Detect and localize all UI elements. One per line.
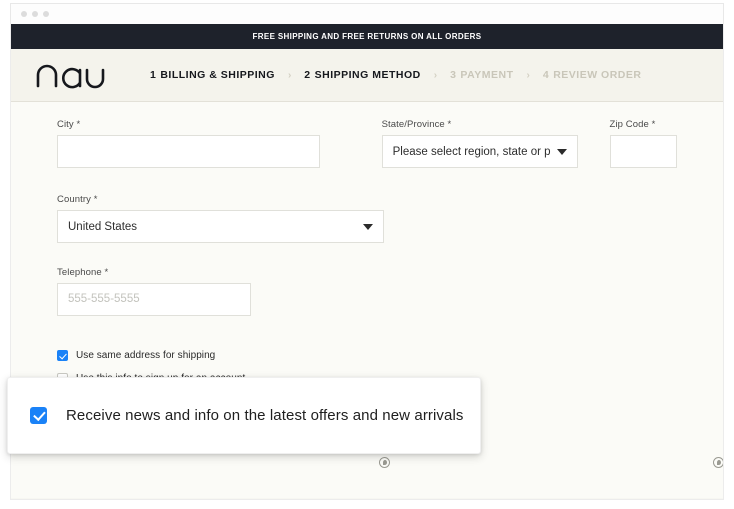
step-separator-1: › <box>287 69 292 81</box>
step-1-label: BILLING & SHIPPING <box>160 69 275 81</box>
field-country: Country * United States <box>57 194 384 243</box>
city-label: City * <box>57 119 81 130</box>
form-row-city: City * State/Province * Please select re… <box>11 119 723 168</box>
step-payment[interactable]: 3 PAYMENT <box>450 69 513 81</box>
form-row-country: Country * United States <box>11 194 723 243</box>
step-4-number: 4 <box>542 69 550 81</box>
field-city: City * <box>57 119 320 168</box>
telephone-input[interactable] <box>57 283 251 316</box>
step-review-order[interactable]: 4 REVIEW ORDER <box>543 69 642 81</box>
step-shipping-method[interactable]: 2 SHIPPING METHOD <box>304 69 420 81</box>
step-2-number: 2 <box>304 69 311 81</box>
promo-banner: FREE SHIPPING AND FREE RETURNS ON ALL OR… <box>11 24 723 49</box>
field-state: State/Province * Please select region, s… <box>381 119 578 168</box>
window-controls[interactable] <box>21 11 49 17</box>
step-billing-shipping[interactable]: 1 BILLING & SHIPPING <box>150 69 275 81</box>
checkbox-receive-news[interactable] <box>30 407 47 424</box>
zip-input[interactable] <box>609 135 677 168</box>
checkbox-same-address[interactable] <box>57 350 68 361</box>
site-header: 1 BILLING & SHIPPING › 2 SHIPPING METHOD ›… <box>11 49 723 102</box>
state-select-value: Please select region, state or p <box>392 145 551 158</box>
minimize-dot[interactable] <box>32 11 38 17</box>
step-2-label: SHIPPING METHOD <box>314 69 421 81</box>
checkbox-row-same-address[interactable]: Use same address for shipping <box>57 350 677 361</box>
checkbox-same-address-label: Use same address for shipping <box>76 350 216 361</box>
checkout-steps: 1 BILLING & SHIPPING › 2 SHIPPING METHOD ›… <box>150 69 641 81</box>
chevron-down-icon <box>556 148 567 155</box>
step-separator-2: › <box>433 69 438 81</box>
step-1-number: 1 <box>150 69 157 81</box>
step-3-number: 3 <box>450 69 457 81</box>
promo-banner-text: FREE SHIPPING AND FREE RETURNS ON ALL OR… <box>252 32 482 41</box>
checkbox-receive-news-label: Receive news and info on the latest offe… <box>66 407 464 424</box>
maximize-dot[interactable] <box>43 11 49 17</box>
field-telephone: Telephone * <box>57 267 251 316</box>
browser-chrome <box>10 3 724 24</box>
city-input[interactable] <box>57 135 320 168</box>
nau-logo[interactable] <box>35 61 125 89</box>
step-4-label: REVIEW ORDER <box>553 69 642 81</box>
zip-label: Zip Code * <box>609 119 656 130</box>
state-label: State/Province * <box>381 119 452 130</box>
country-select[interactable]: United States <box>57 210 384 243</box>
field-zip: Zip Code * <box>609 119 677 168</box>
close-dot[interactable] <box>21 11 27 17</box>
country-select-value: United States <box>68 220 138 233</box>
telephone-label: Telephone * <box>57 267 109 278</box>
step-separator-3: › <box>526 69 530 81</box>
country-label: Country * <box>57 194 98 205</box>
form-row-telephone: Telephone * <box>11 267 723 316</box>
step-3-label: PAYMENT <box>460 69 514 81</box>
state-select[interactable]: Please select region, state or p <box>381 135 578 168</box>
magnifier-callout: Receive news and info on the latest offe… <box>7 377 481 454</box>
chevron-down-icon <box>363 223 373 230</box>
hotspot-marker-icon <box>713 457 723 468</box>
hotspot-marker-icon <box>379 457 390 468</box>
